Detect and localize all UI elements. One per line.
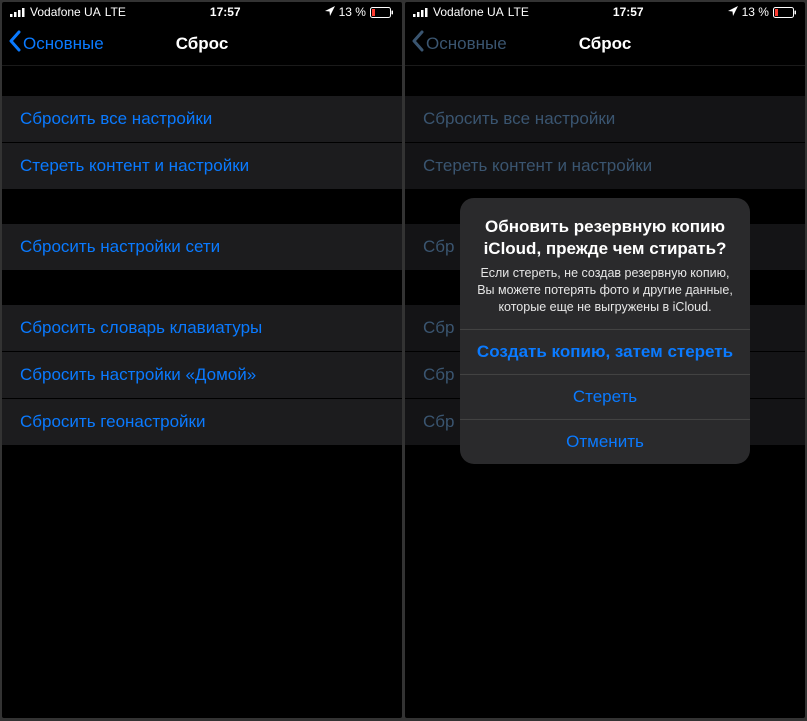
nav-title: Сброс (176, 34, 229, 54)
settings-group: Сбросить все настройки Стереть контент и… (2, 96, 402, 189)
status-time: 17:57 (613, 5, 644, 19)
battery-text: 13 % (339, 5, 366, 19)
settings-group: Сбросить словарь клавиатуры Сбросить нас… (2, 305, 402, 445)
alert-dialog: Обновить резервную копию iCloud, прежде … (460, 198, 750, 464)
status-bar: Vodafone UA LTE 17:57 13 % (405, 2, 805, 22)
status-right: 13 % (325, 5, 394, 19)
reset-location-row[interactable]: Сбросить геонастройки (2, 399, 402, 445)
status-bar: Vodafone UA LTE 17:57 13 % (2, 2, 402, 22)
alert-erase-button[interactable]: Стереть (460, 374, 750, 419)
signal-icon (413, 7, 429, 17)
alert-cancel-button[interactable]: Отменить (460, 419, 750, 464)
carrier-text: Vodafone UA (30, 5, 101, 19)
phone-left: Vodafone UA LTE 17:57 13 % Основные Сбро… (2, 2, 402, 718)
network-text: LTE (105, 5, 126, 19)
battery-icon (370, 7, 394, 18)
reset-all-settings-row: Сбросить все настройки (405, 96, 805, 143)
location-icon (728, 5, 738, 19)
battery-text: 13 % (742, 5, 769, 19)
chevron-left-icon (8, 30, 21, 57)
chevron-left-icon (411, 30, 424, 57)
alert-body: Обновить резервную копию iCloud, прежде … (460, 198, 750, 329)
erase-content-row: Стереть контент и настройки (405, 143, 805, 189)
alert-backup-then-erase-button[interactable]: Создать копию, затем стереть (460, 329, 750, 374)
status-right: 13 % (728, 5, 797, 19)
alert-title: Обновить резервную копию iCloud, прежде … (476, 216, 734, 259)
reset-keyboard-row[interactable]: Сбросить словарь клавиатуры (2, 305, 402, 352)
network-text: LTE (508, 5, 529, 19)
nav-bar: Основные Сброс (405, 22, 805, 66)
reset-network-row[interactable]: Сбросить настройки сети (2, 224, 402, 270)
location-icon (325, 5, 335, 19)
status-left: Vodafone UA LTE (10, 5, 126, 19)
alert-message: Если стереть, не создав резервную копию,… (476, 265, 734, 316)
settings-group: Сбросить настройки сети (2, 224, 402, 270)
nav-bar: Основные Сброс (2, 22, 402, 66)
signal-icon (10, 7, 26, 17)
status-left: Vodafone UA LTE (413, 5, 529, 19)
reset-all-settings-row[interactable]: Сбросить все настройки (2, 96, 402, 143)
back-button[interactable]: Основные (2, 30, 104, 57)
reset-home-row[interactable]: Сбросить настройки «Домой» (2, 352, 402, 399)
back-button: Основные (405, 30, 507, 57)
content: Сбросить все настройки Стереть контент и… (2, 66, 402, 445)
settings-group: Сбросить все настройки Стереть контент и… (405, 96, 805, 189)
phone-right: Vodafone UA LTE 17:57 13 % Основные Сбро… (405, 2, 805, 718)
back-label: Основные (426, 34, 507, 54)
erase-content-row[interactable]: Стереть контент и настройки (2, 143, 402, 189)
status-time: 17:57 (210, 5, 241, 19)
nav-title: Сброс (579, 34, 632, 54)
back-label: Основные (23, 34, 104, 54)
battery-icon (773, 7, 797, 18)
carrier-text: Vodafone UA (433, 5, 504, 19)
